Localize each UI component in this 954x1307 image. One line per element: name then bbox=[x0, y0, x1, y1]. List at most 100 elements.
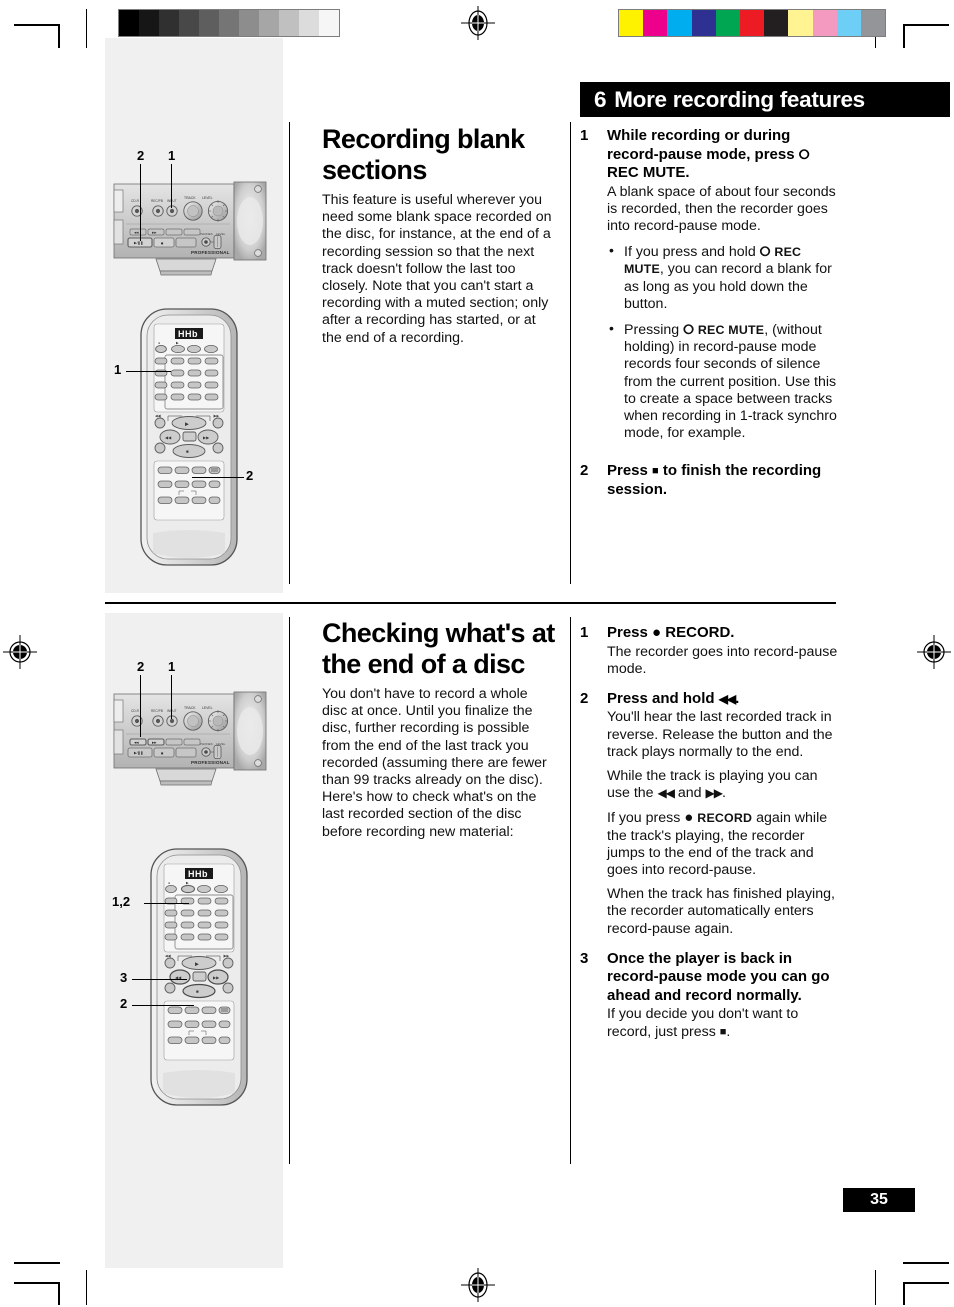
svg-text:■: ■ bbox=[196, 989, 199, 994]
callout-leader bbox=[132, 1005, 194, 1006]
svg-text:■: ■ bbox=[186, 449, 189, 454]
svg-text:CD-R: CD-R bbox=[131, 199, 140, 203]
callout-label-deck2-1: 1 bbox=[168, 659, 176, 674]
callout-label-remote2-12: 1,2 bbox=[112, 894, 131, 909]
step-number: 1 bbox=[580, 624, 589, 641]
svg-text:▶/❚❚: ▶/❚❚ bbox=[134, 751, 143, 755]
list-item: If you press and hold ⭘ REC MUTE, you ca… bbox=[607, 242, 842, 313]
callout-leader bbox=[171, 164, 172, 208]
step-item: 2 Press ■ to finish the recording sessio… bbox=[580, 462, 842, 500]
rewind-icon: ◀◀ bbox=[718, 691, 736, 706]
section-2-remote-illustration: HHb ● ▶ ◀◀| |▶▶ ▶ ◀◀ ▶▶ ■ bbox=[145, 845, 255, 1115]
section-2-deck-illustration: CD-R REC/PB INPUT TRACK LEVEL ◀◀ ▶▶ bbox=[112, 686, 277, 801]
callout-leader bbox=[140, 675, 141, 737]
step-number: 2 bbox=[580, 689, 589, 707]
rec-mute-circle-icon: ⭘ bbox=[759, 244, 771, 260]
stop-icon: ■ bbox=[652, 465, 659, 478]
section-2-steps-column: 1 Press ● RECORD. The recorder goes into… bbox=[580, 624, 842, 1053]
rec-mute-circle-icon: ⭘ bbox=[683, 321, 694, 337]
svg-text:▶/❚❚: ▶/❚❚ bbox=[134, 241, 143, 245]
step-item: 3 Once the player is back in record-paus… bbox=[580, 950, 842, 1041]
section-1-heading: Recording blank sections bbox=[322, 124, 525, 185]
section-2-text-column: Checking what's at the end of a disc You… bbox=[322, 618, 555, 851]
callout-leader bbox=[144, 903, 189, 904]
step-title: Once the player is back in record-pause … bbox=[607, 949, 830, 1004]
step-text: You'll hear the last recorded track in r… bbox=[607, 709, 833, 760]
svg-text:▶: ▶ bbox=[185, 422, 189, 428]
callout-label-remote2-2: 2 bbox=[120, 996, 128, 1011]
stop-icon: ■ bbox=[719, 1025, 727, 1038]
step-text: The recorder goes into record-pause mode… bbox=[607, 643, 838, 677]
svg-text:HHb: HHb bbox=[188, 869, 208, 879]
svg-text:●: ● bbox=[158, 341, 160, 345]
step-title: While recording or during record-pause m… bbox=[607, 127, 810, 181]
svg-text:▶: ▶ bbox=[186, 881, 189, 885]
step-title: Press ● RECORD. bbox=[607, 624, 735, 641]
svg-text:REC/PB: REC/PB bbox=[151, 709, 163, 713]
step-number: 3 bbox=[580, 949, 589, 967]
svg-text:◀◀|: ◀◀| bbox=[165, 954, 171, 958]
manual-page: 6 More recording features Recording blan… bbox=[0, 0, 954, 1305]
step-item: 1 While recording or during record-pause… bbox=[580, 127, 842, 450]
step-content: Press ● RECORD. The recorder goes into r… bbox=[607, 624, 842, 678]
callout-label-remote1-2: 2 bbox=[246, 468, 254, 483]
callout-leader bbox=[140, 164, 141, 241]
svg-text:PHONES: PHONES bbox=[200, 742, 213, 746]
step-number: 2 bbox=[580, 462, 589, 480]
step-item: 1 Press ● RECORD. The recorder goes into… bbox=[580, 624, 842, 678]
rewind-icon: ◀◀ bbox=[657, 786, 674, 801]
step-number: 1 bbox=[580, 127, 589, 144]
section-1-remote-illustration: HHb ● ▶ ◀◀| |▶▶ ▶ ◀◀ ▶▶ ■ bbox=[135, 305, 245, 575]
svg-text:LEVEL: LEVEL bbox=[202, 706, 213, 710]
callout-leader bbox=[132, 979, 187, 980]
chapter-banner: 6 More recording features bbox=[580, 82, 950, 117]
svg-text:PROFESSIONAL: PROFESSIONAL bbox=[191, 760, 230, 765]
svg-text:◀◀|: ◀◀| bbox=[155, 414, 161, 418]
step-title: Press and hold ◀◀. bbox=[607, 689, 740, 707]
section-2-heading: Checking what's at the end of a disc bbox=[322, 618, 555, 679]
svg-text:TRACK: TRACK bbox=[184, 196, 196, 200]
section-1-text-column: Recording blank sections This feature is… bbox=[322, 124, 555, 357]
svg-text:|▶▶: |▶▶ bbox=[213, 414, 219, 418]
step-text: If you decide you don't want to record, … bbox=[607, 1006, 799, 1040]
callout-label-remote1-1: 1 bbox=[114, 362, 122, 377]
record-dot-icon: ● bbox=[652, 624, 662, 641]
svg-text:◀◀: ◀◀ bbox=[134, 231, 139, 235]
svg-text:LEVEL: LEVEL bbox=[202, 196, 213, 200]
svg-text:●: ● bbox=[168, 881, 170, 885]
callout-leader bbox=[126, 371, 171, 372]
column-rule-1a bbox=[289, 122, 290, 584]
fast-forward-icon: ▶▶ bbox=[705, 786, 723, 801]
svg-text:◀◀: ◀◀ bbox=[165, 435, 172, 440]
svg-text:TRACK: TRACK bbox=[184, 706, 196, 710]
step-text: When the track has finished playing, the… bbox=[607, 886, 835, 937]
svg-text:HHb: HHb bbox=[178, 329, 198, 339]
section-divider bbox=[105, 602, 836, 604]
svg-text:|▶▶: |▶▶ bbox=[223, 954, 229, 958]
rec-mute-circle-icon: ⭘ bbox=[798, 146, 810, 162]
svg-text:PROFESSIONAL: PROFESSIONAL bbox=[191, 250, 230, 255]
chapter-number: 6 bbox=[594, 86, 607, 112]
column-rule-2a bbox=[289, 617, 290, 1164]
step-item: 2 Press and hold ◀◀. You'll hear the las… bbox=[580, 690, 842, 938]
step-content: Press and hold ◀◀. You'll hear the last … bbox=[607, 690, 842, 938]
record-dot-icon: ● bbox=[684, 809, 694, 827]
callout-leader bbox=[171, 675, 172, 719]
section-1-intro: This feature is useful wherever you need… bbox=[322, 192, 552, 346]
callout-label-deck2-2: 2 bbox=[137, 659, 145, 674]
step-text: While the track is playing you can use t… bbox=[607, 768, 818, 802]
list-item: Pressing ⭘ REC MUTE, (without holding) i… bbox=[607, 320, 842, 442]
step-text: A blank space of about four seconds is r… bbox=[607, 183, 836, 234]
section-2-intro: You don't have to record a whole disc at… bbox=[322, 686, 547, 840]
svg-text:REC/PB: REC/PB bbox=[151, 199, 163, 203]
svg-text:◀◀: ◀◀ bbox=[134, 741, 139, 745]
svg-text:▶: ▶ bbox=[195, 962, 199, 968]
svg-text:▶▶: ▶▶ bbox=[152, 741, 157, 745]
callout-leader bbox=[192, 477, 244, 478]
svg-text:▶: ▶ bbox=[176, 341, 179, 345]
svg-text:CD-R: CD-R bbox=[131, 709, 140, 713]
column-rule-2b bbox=[570, 617, 571, 1164]
step-title: Press ■ to finish the recording session. bbox=[607, 462, 822, 498]
step-bullet-list: If you press and hold ⭘ REC MUTE, you ca… bbox=[607, 242, 842, 442]
svg-text:▶▶: ▶▶ bbox=[203, 435, 210, 440]
